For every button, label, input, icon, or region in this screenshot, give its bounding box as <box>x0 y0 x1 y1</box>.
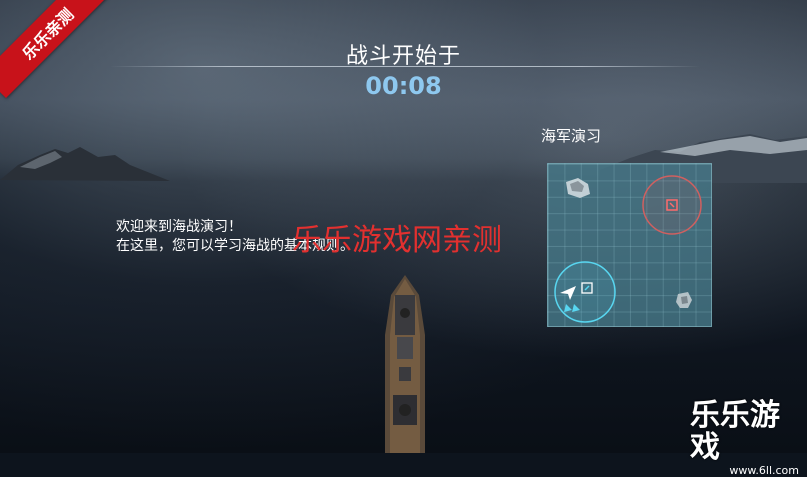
left-island <box>0 147 170 181</box>
enemy-capture-zone-icon <box>642 175 702 235</box>
site-logo-url: www.6ll.com <box>729 464 799 477</box>
rock-icon-2 <box>676 292 692 308</box>
minimap[interactable] <box>547 163 712 327</box>
site-logo-title: 乐乐游戏 <box>690 398 780 465</box>
site-logo: 乐乐游戏 www.6ll.com <box>690 400 807 477</box>
rock-icon <box>566 178 590 198</box>
minimap-overlay <box>554 175 702 323</box>
countdown-timer: 00:08 <box>365 72 442 100</box>
player-battleship <box>385 275 425 453</box>
minimap-title: 海军演习 <box>541 127 602 145</box>
title-divider <box>110 66 700 67</box>
watermark-text: 乐乐游戏网亲测 <box>292 223 502 258</box>
